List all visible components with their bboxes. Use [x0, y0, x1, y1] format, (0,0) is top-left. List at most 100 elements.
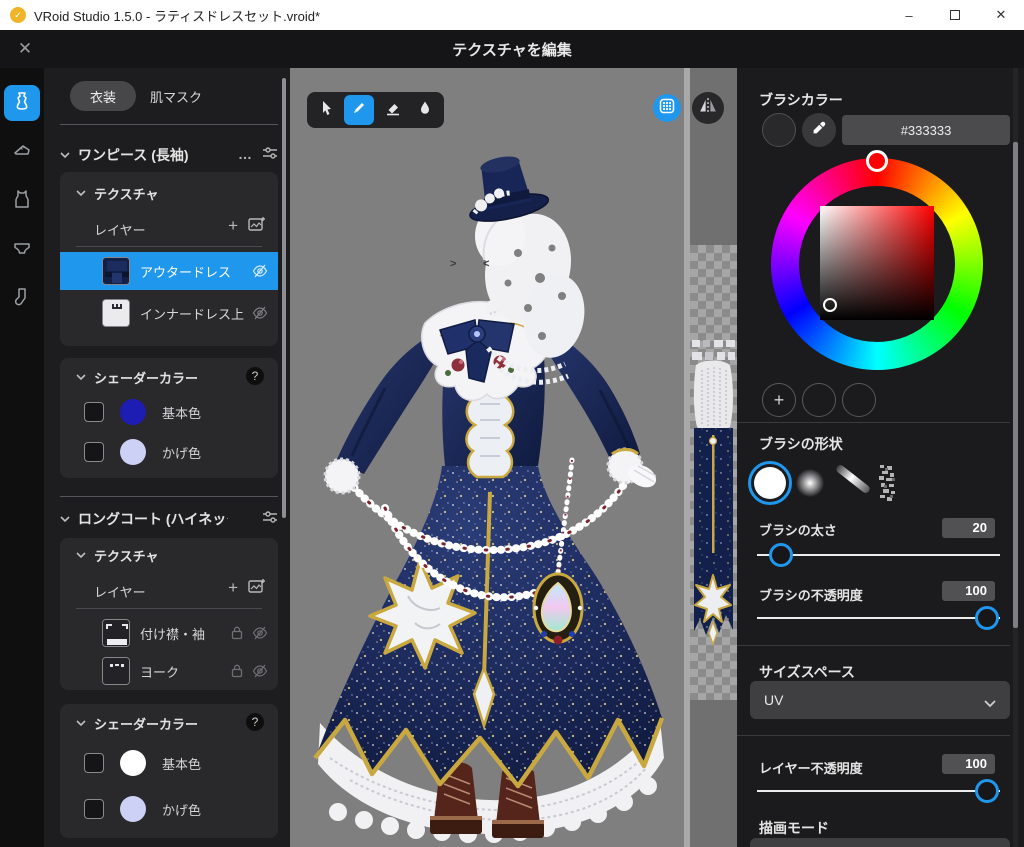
layer-opacity-slider[interactable]: [757, 790, 1000, 792]
layer-opacity-label: レイヤー不透明度: [759, 758, 863, 777]
brush-shape-textured[interactable]: [878, 464, 898, 502]
shade-color-checkbox[interactable]: [84, 442, 104, 462]
droplet-icon: [417, 100, 433, 121]
base-color-checkbox[interactable]: [84, 753, 104, 773]
shade-color-swatch[interactable]: [120, 439, 146, 465]
texture-strip-content: [690, 245, 737, 700]
close-window-button[interactable]: ✕: [978, 0, 1024, 30]
brush-size-slider-thumb[interactable]: [769, 543, 793, 567]
layer-row-collar-sleeve[interactable]: 付け襟・袖: [60, 614, 278, 652]
brush-shape-hard[interactable]: [748, 461, 792, 505]
layer-row-yoke[interactable]: ヨーク: [60, 652, 278, 690]
layer-name: ヨーク: [140, 662, 179, 681]
base-color-checkbox[interactable]: [84, 402, 104, 422]
blur-tool-button[interactable]: [410, 95, 440, 125]
visibility-off-icon[interactable]: [252, 663, 268, 684]
tune-icon[interactable]: [262, 510, 278, 527]
eraser-tool-button[interactable]: [378, 95, 408, 125]
add-layer-icon[interactable]: +: [228, 578, 238, 599]
layer-divider: [76, 608, 262, 609]
base-color-swatch[interactable]: [120, 750, 146, 776]
chevron-down-icon: [60, 511, 70, 527]
lock-icon[interactable]: [230, 663, 244, 684]
divider: [737, 422, 1010, 423]
left-panel-scrollbar[interactable]: [282, 78, 286, 518]
sock-icon: [12, 287, 32, 312]
viewport-3d[interactable]: > <: [290, 68, 684, 847]
layer-thumbnail: [102, 619, 130, 647]
base-color-swatch[interactable]: [120, 399, 146, 425]
more-options-icon[interactable]: …: [238, 146, 252, 163]
tab-skin-mask[interactable]: 肌マスク: [150, 81, 202, 111]
help-icon[interactable]: ?: [246, 367, 264, 385]
right-panel-scrollbar[interactable]: [1013, 142, 1018, 628]
layer-name: インナードレス上: [140, 304, 244, 323]
shader-group-title: シェーダーカラー: [94, 368, 198, 387]
visibility-off-icon[interactable]: [252, 263, 268, 284]
texture-strip-preview[interactable]: [690, 68, 737, 847]
mirror-icon: [697, 95, 719, 122]
category-shoes-button[interactable]: [4, 134, 40, 170]
brush-opacity-slider[interactable]: [757, 617, 1000, 619]
chevron-down-icon: [984, 695, 996, 711]
tank-top-icon: [12, 189, 32, 214]
texture-group-header[interactable]: テクスチャ: [76, 546, 158, 565]
shader-group-title: シェーダーカラー: [94, 714, 198, 733]
shade-color-checkbox[interactable]: [84, 799, 104, 819]
current-color-swatch[interactable]: [762, 113, 796, 147]
lock-icon[interactable]: [230, 625, 244, 646]
shader-group-header[interactable]: シェーダーカラー: [76, 368, 198, 387]
layer-divider: [76, 246, 262, 247]
draw-mode-dropdown[interactable]: [750, 838, 1010, 847]
brush-shape-soft[interactable]: [796, 469, 824, 497]
select-tool-button[interactable]: [312, 95, 342, 125]
shade-color-swatch[interactable]: [120, 796, 146, 822]
hex-color-input[interactable]: [842, 115, 1010, 145]
mirror-toggle-button[interactable]: [692, 92, 724, 124]
section-divider: [60, 496, 278, 497]
help-icon[interactable]: ?: [246, 713, 264, 731]
add-swatch-button[interactable]: +: [762, 383, 796, 417]
layer-opacity-value[interactable]: 100: [942, 754, 995, 774]
size-space-dropdown[interactable]: UV: [750, 681, 1010, 719]
shoe-icon: [12, 140, 32, 165]
texture-group-header[interactable]: テクスチャ: [76, 184, 158, 203]
visibility-off-icon[interactable]: [252, 305, 268, 326]
visibility-off-icon[interactable]: [252, 625, 268, 646]
hue-selector-handle[interactable]: [866, 150, 888, 172]
section-longcoat[interactable]: ロングコート (ハイネック): [60, 508, 278, 530]
sv-selector-handle[interactable]: [823, 298, 837, 312]
pen-tool-button[interactable]: [344, 95, 374, 125]
uv-grid-toggle-button[interactable]: [653, 94, 681, 122]
tab-costume[interactable]: 衣装: [70, 81, 136, 111]
saved-swatch-slot[interactable]: [842, 383, 876, 417]
import-image-icon[interactable]: [248, 578, 266, 599]
brush-size-slider[interactable]: [757, 554, 1000, 556]
brush-size-value[interactable]: 20: [942, 518, 995, 538]
category-bottoms-button[interactable]: [4, 232, 40, 268]
import-image-icon[interactable]: [248, 216, 266, 237]
gizmo-arrow-left[interactable]: <: [483, 258, 489, 270]
layer-opacity-slider-thumb[interactable]: [975, 779, 999, 803]
maximize-button[interactable]: [932, 0, 978, 30]
minimize-button[interactable]: –: [886, 0, 932, 30]
brush-panel: ブラシカラー + ブラシの形状 ブラシの太さ 20 ブラシの不透明度 100: [737, 68, 1024, 847]
brush-shape-stroke[interactable]: [835, 464, 871, 495]
size-space-value: UV: [764, 692, 783, 708]
eyedropper-button[interactable]: [802, 113, 836, 147]
layer-row-inner-dress[interactable]: インナードレス上: [60, 294, 278, 332]
panel-divider[interactable]: [684, 68, 690, 847]
add-layer-icon[interactable]: +: [228, 216, 238, 237]
brush-opacity-slider-thumb[interactable]: [975, 606, 999, 630]
saved-swatch-slot[interactable]: [802, 383, 836, 417]
category-onepiece-button[interactable]: [4, 85, 40, 121]
tune-icon[interactable]: [262, 146, 278, 163]
section-onepiece[interactable]: ワンピース (長袖) …: [60, 144, 278, 166]
layer-row-outer-dress[interactable]: アウタードレス: [60, 252, 278, 290]
saturation-value-square[interactable]: [820, 206, 934, 320]
gizmo-arrow-right[interactable]: >: [450, 258, 456, 270]
category-socks-button[interactable]: [4, 281, 40, 317]
shader-group-header[interactable]: シェーダーカラー: [76, 714, 198, 733]
brush-opacity-value[interactable]: 100: [942, 581, 995, 601]
category-tops-button[interactable]: [4, 183, 40, 219]
